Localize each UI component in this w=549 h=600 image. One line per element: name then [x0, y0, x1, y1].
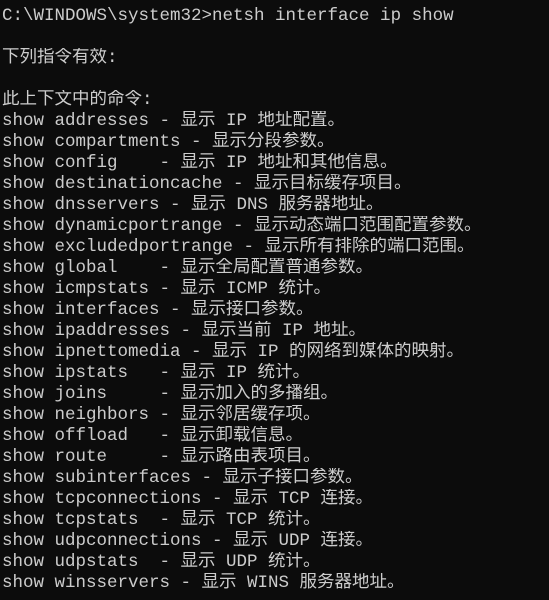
command-line: show ipstats - 显示 IP 统计。	[2, 363, 311, 383]
command-line: show interfaces - 显示接口参数。	[2, 300, 314, 320]
command-line: show global - 显示全局配置普通参数。	[2, 258, 374, 278]
context-commands-heading: 此上下文中的命令:	[2, 90, 153, 110]
command-line: show compartments - 显示分段参数。	[2, 132, 335, 152]
command-line: show icmpstats - 显示 ICMP 统计。	[2, 279, 332, 299]
command-line: show tcpstats - 显示 TCP 统计。	[2, 510, 321, 530]
command-line: show addresses - 显示 IP 地址配置。	[2, 111, 346, 131]
command-line: show config - 显示 IP 地址和其他信息。	[2, 153, 398, 173]
command-line: show destinationcache - 显示目标缓存项目。	[2, 174, 412, 194]
command-line: show excludedportrange - 显示所有排除的端口范围。	[2, 237, 475, 257]
command-line: show dynamicportrange - 显示动态端口范围配置参数。	[2, 216, 482, 236]
command-line: show winsservers - 显示 WINS 服务器地址。	[2, 573, 405, 593]
command-line: show joins - 显示加入的多播组。	[2, 384, 339, 404]
command-line: show dnsservers - 显示 DNS 服务器地址。	[2, 195, 384, 215]
console-output[interactable]: C:\WINDOWS\system32>netsh interface ip s…	[2, 6, 549, 594]
command-line: show ipaddresses - 显示当前 IP 地址。	[2, 321, 367, 341]
command-line: show tcpconnections - 显示 TCP 连接。	[2, 489, 374, 509]
command-line: show neighbors - 显示邻居缓存项。	[2, 405, 321, 425]
valid-commands-heading: 下列指令有效:	[2, 48, 118, 68]
command-line: show udpstats - 显示 UDP 统计。	[2, 552, 321, 572]
command-line: show ipnettomedia - 显示 IP 的网络到媒体的映射。	[2, 342, 465, 362]
command-line: show udpconnections - 显示 UDP 连接。	[2, 531, 374, 551]
command-list: show addresses - 显示 IP 地址配置。 show compart…	[2, 111, 549, 594]
command-line: show subinterfaces - 显示子接口参数。	[2, 468, 363, 488]
command-line: show offload - 显示卸载信息。	[2, 426, 304, 446]
prompt-line: C:\WINDOWS\system32>netsh interface ip s…	[2, 6, 454, 26]
command-line: show route - 显示路由表项目。	[2, 447, 321, 467]
